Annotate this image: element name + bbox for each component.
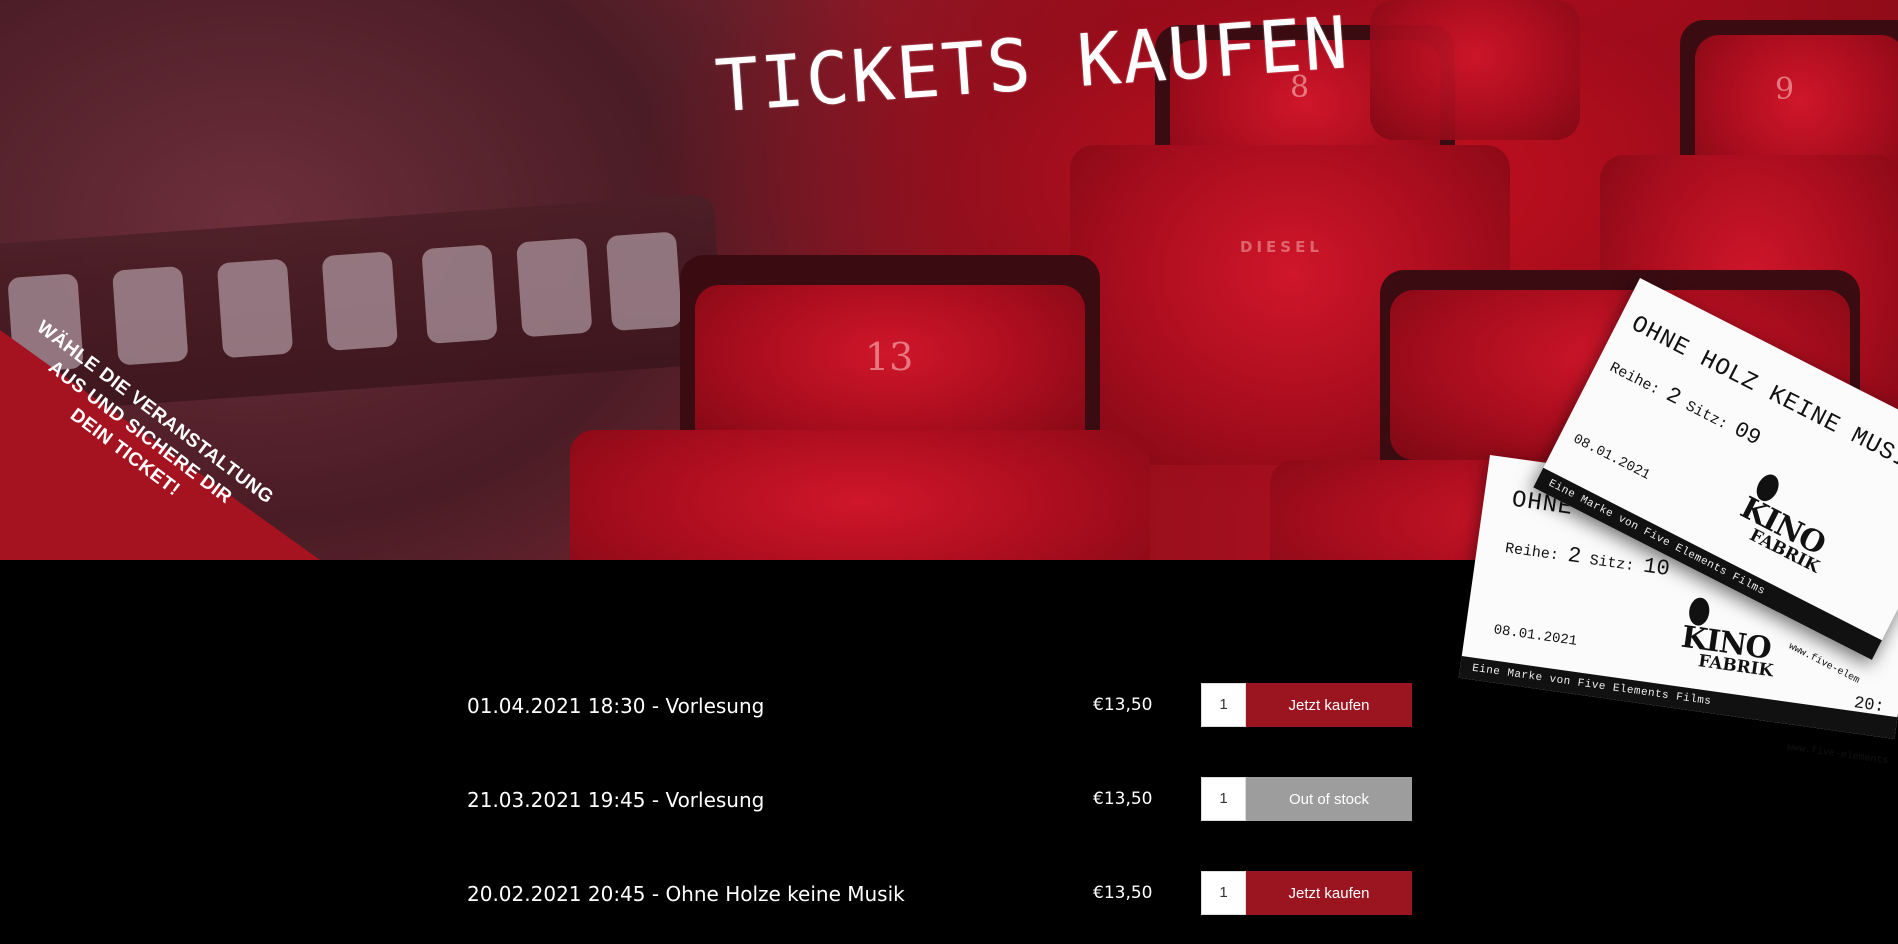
ticket-seat-label: Sitz: — [1682, 397, 1731, 434]
event-price: €13,50 — [1093, 789, 1153, 809]
event-row: 20.02.2021 20:45 - Ohne Holze keine Musi… — [467, 871, 1412, 915]
quantity-input[interactable]: 1 — [1201, 683, 1246, 727]
quantity-input[interactable]: 1 — [1201, 777, 1246, 821]
seat-base-13 — [570, 430, 1150, 560]
seat-number-9: 9 — [1775, 72, 1795, 107]
seat-cushion-right — [1370, 0, 1580, 140]
page-title: TICKETS KAUFEN — [712, 0, 1352, 129]
quantity-input[interactable]: 1 — [1201, 871, 1246, 915]
ticket-seat: 09 — [1729, 417, 1765, 452]
event-list: 01.04.2021 18:30 - Vorlesung €13,50 1 Je… — [0, 560, 1898, 944]
out-of-stock-button[interactable]: Out of stock — [1246, 777, 1412, 821]
ticket-row: 2 — [1661, 382, 1685, 411]
ticket-date: 08.01.2021 — [1570, 431, 1653, 484]
event-price: €13,50 — [1093, 695, 1153, 715]
event-title: 01.04.2021 18:30 - Vorlesung — [467, 694, 765, 718]
buy-button[interactable]: Jetzt kaufen — [1246, 683, 1412, 727]
event-row: 01.04.2021 18:30 - Vorlesung €13,50 1 Je… — [467, 683, 1412, 727]
event-row: 21.03.2021 19:45 - Vorlesung €13,50 1 Ou… — [467, 777, 1412, 821]
seat-number-13: 13 — [865, 335, 914, 379]
seat-brand-label: DIESEL — [1240, 238, 1323, 256]
buy-button[interactable]: Jetzt kaufen — [1246, 871, 1412, 915]
event-title: 21.03.2021 19:45 - Vorlesung — [467, 788, 765, 812]
event-price: €13,50 — [1093, 883, 1153, 903]
event-title: 20.02.2021 20:45 - Ohne Holze keine Musi… — [467, 882, 905, 906]
ticket-row-label: Reihe: — [1606, 359, 1663, 399]
